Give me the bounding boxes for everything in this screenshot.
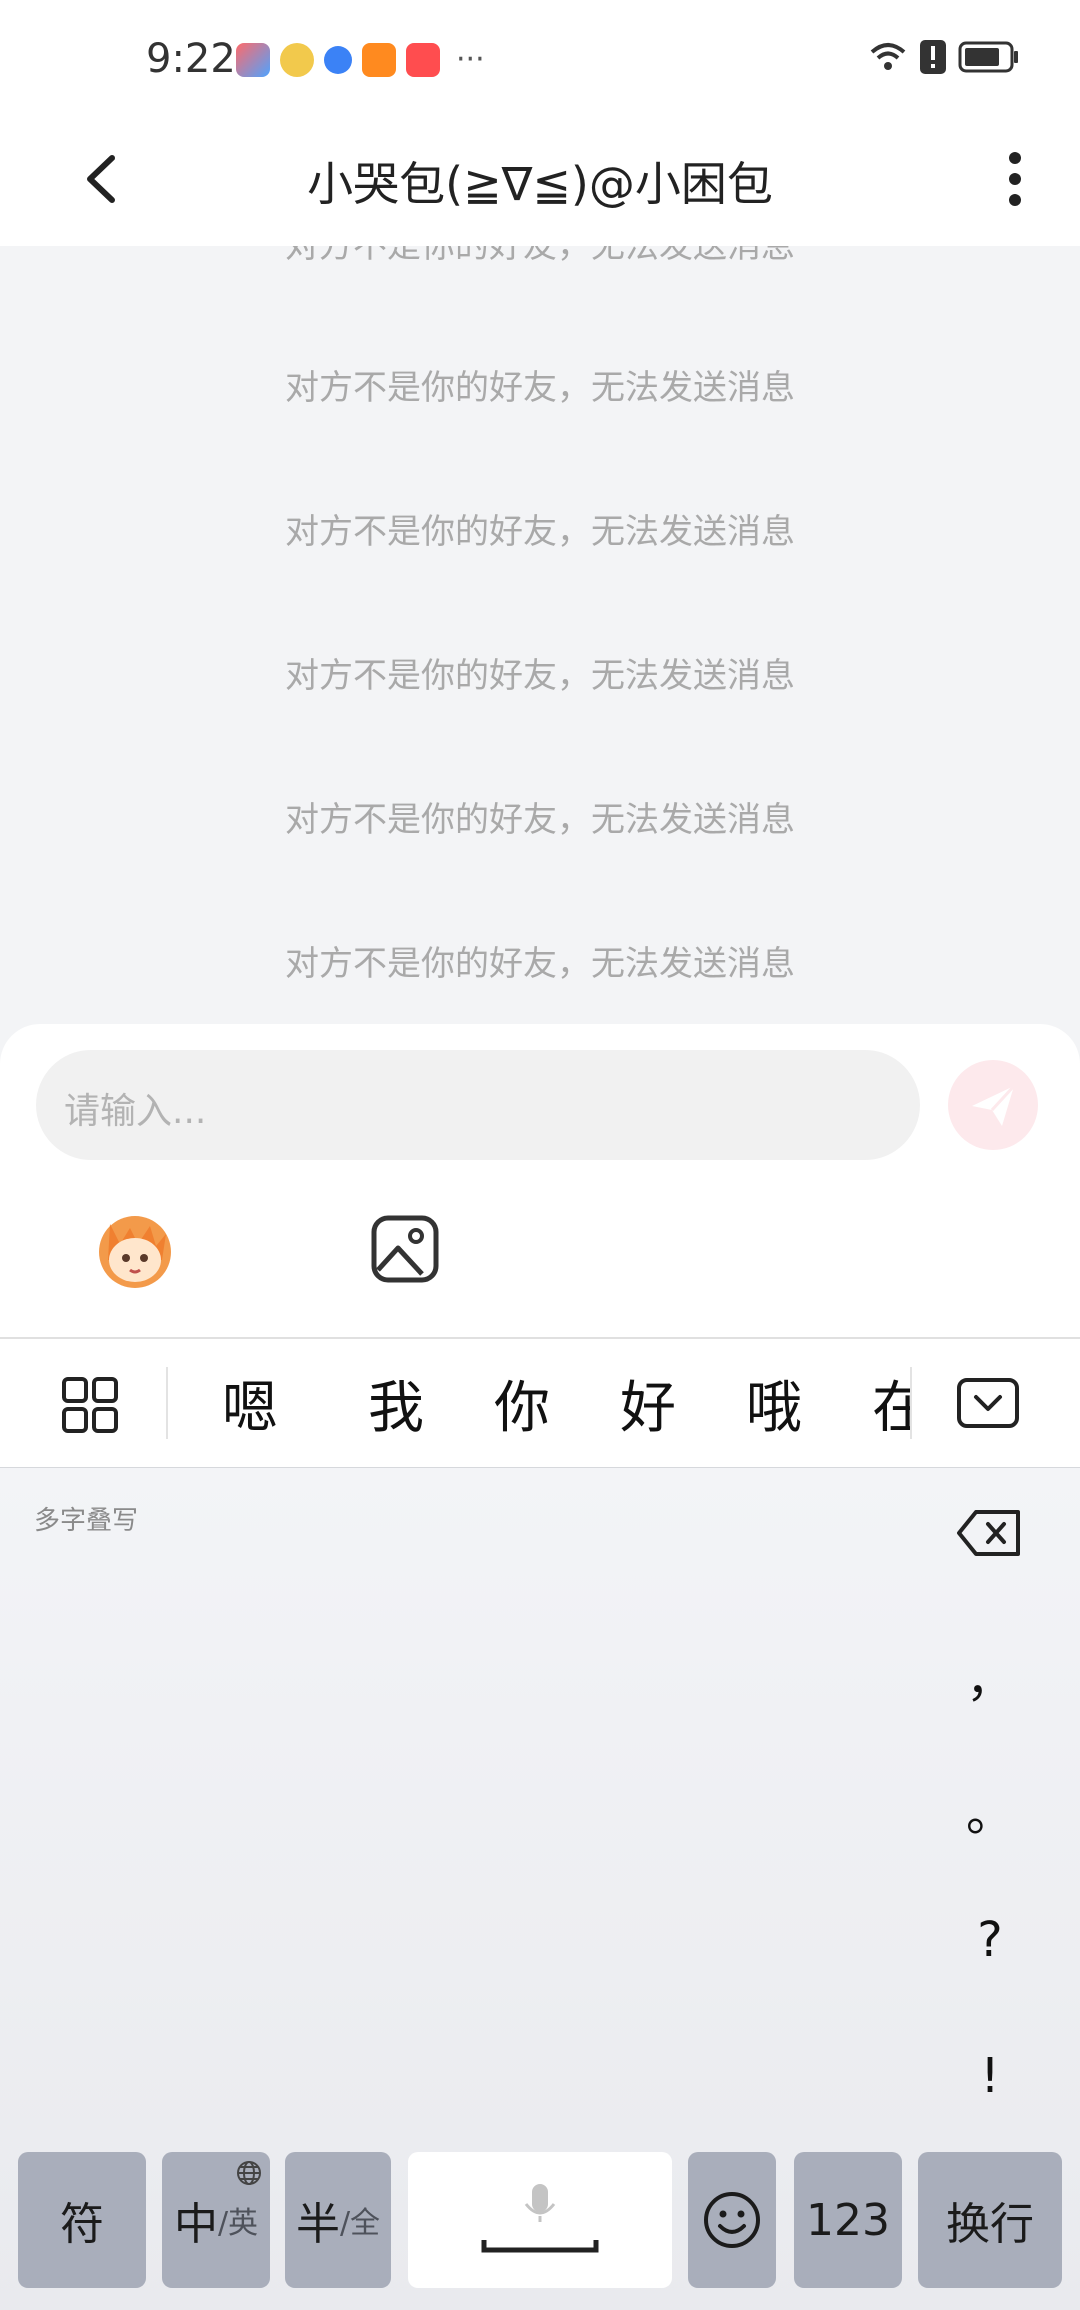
ime-candidate-bar: 嗯 我 你 好 哦 在: [0, 1339, 1080, 1467]
candidate-word[interactable]: 你: [494, 1363, 550, 1444]
handwriting-keyboard[interactable]: 多字叠写 ， 。 ? ! 符 中/英 半/全 123 换行: [0, 1468, 1080, 2310]
send-button[interactable]: [948, 1060, 1038, 1150]
width-half-label: 半: [295, 2199, 340, 2250]
numbers-key[interactable]: 123: [794, 2152, 902, 2288]
status-app-icons: ···: [236, 42, 485, 77]
system-message: 对方不是你的好友，无法发送消息: [285, 800, 795, 840]
status-indicators: [868, 40, 1020, 74]
numbers-key-label: 123: [806, 2194, 890, 2246]
status-time: 9:22: [146, 36, 236, 82]
more-notifications-icon: ···: [456, 42, 485, 77]
globe-icon: [237, 2161, 261, 2185]
system-message: 对方不是你的好友，无法发送消息: [285, 512, 795, 552]
period-key[interactable]: 。: [960, 1774, 1020, 1844]
candidate-word[interactable]: 嗯: [222, 1363, 278, 1444]
app-notification-icon: [236, 42, 270, 77]
ime-menu-grid-icon[interactable]: [60, 1375, 120, 1435]
candidate-word[interactable]: 在: [872, 1363, 910, 1444]
newline-key[interactable]: 换行: [918, 2152, 1062, 2288]
candidate-word[interactable]: 我: [368, 1363, 424, 1444]
candidate-separator: [910, 1367, 912, 1439]
candidate-word[interactable]: 哦: [746, 1363, 802, 1444]
composer-panel: 请输入...: [0, 1024, 1080, 1339]
newline-key-label: 换行: [946, 2199, 1034, 2250]
chat-title: 小哭包(≧∇≦)@小困包: [307, 157, 773, 211]
video-notification-icon: [362, 42, 396, 77]
more-options-icon[interactable]: [990, 144, 1040, 214]
browser-notification-icon: [324, 45, 352, 74]
candidate-list: 嗯 我 你 好 哦 在: [168, 1339, 910, 1467]
battery-icon: [958, 41, 1018, 73]
image-picker-icon[interactable]: [370, 1214, 440, 1284]
language-switch-key[interactable]: 中/英: [162, 2152, 270, 2288]
chat-header: 小哭包(≧∇≦)@小困包: [0, 120, 1080, 246]
handwriting-mode-label: 多字叠写: [34, 1506, 139, 1536]
candidate-word[interactable]: 好: [620, 1363, 676, 1444]
language-en-label: /英: [217, 2206, 259, 2241]
reader-notification-icon: [406, 42, 440, 77]
exclamation-key[interactable]: !: [960, 2048, 1020, 2104]
wifi-icon: [870, 43, 906, 70]
question-key[interactable]: ?: [960, 1912, 1020, 1968]
comma-key[interactable]: ，: [960, 1640, 1020, 1710]
emoji-key[interactable]: [688, 2152, 776, 2288]
backspace-icon[interactable]: [956, 1508, 1022, 1558]
smiley-icon: [704, 2192, 760, 2248]
width-switch-key[interactable]: 半/全: [285, 2152, 391, 2288]
symbol-key[interactable]: 符: [18, 2152, 146, 2288]
game-notification-icon: [280, 42, 314, 77]
space-key[interactable]: [408, 2152, 672, 2288]
system-message: 对方不是你的好友，无法发送消息: [285, 368, 795, 408]
mascot-sticker-icon[interactable]: [90, 1204, 180, 1294]
system-message: 对方不是你的好友，无法发送消息: [285, 944, 795, 984]
system-message: 对方不是你的好友，无法发送消息: [285, 246, 795, 266]
collapse-keyboard-icon[interactable]: [956, 1377, 1020, 1429]
microphone-icon: [481, 2184, 599, 2253]
alert-icon: [920, 40, 946, 74]
status-bar: 9:22 ···: [0, 0, 1080, 120]
system-message: 对方不是你的好友，无法发送消息: [285, 656, 795, 696]
width-full-label: /全: [339, 2206, 381, 2241]
send-icon: [972, 1084, 1016, 1126]
message-list[interactable]: 对方不是你的好友，无法发送消息 对方不是你的好友，无法发送消息 对方不是你的好友…: [0, 246, 1080, 1026]
message-input-placeholder: 请输入...: [64, 1091, 207, 1132]
symbol-key-label: 符: [60, 2199, 104, 2250]
message-input[interactable]: 请输入...: [36, 1050, 920, 1160]
language-zh-label: 中: [173, 2199, 218, 2250]
